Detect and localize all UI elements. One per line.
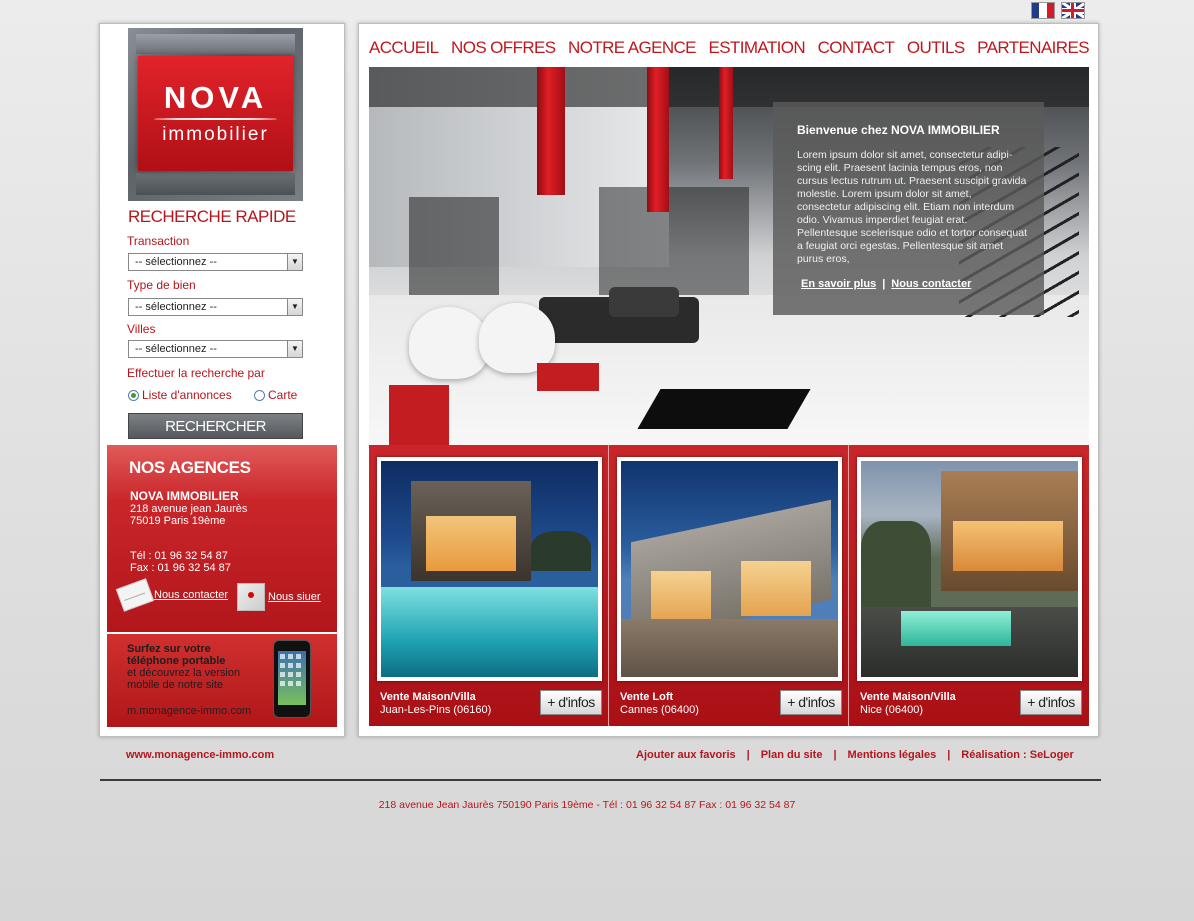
transaction-select[interactable]: -- sélectionnez -- ▼ <box>128 253 303 271</box>
listing-type: Vente Maison/Villa <box>380 691 476 703</box>
agency-name: NOVA IMMOBILIER <box>130 489 239 503</box>
legal-notice-link[interactable]: Mentions légales <box>848 749 937 761</box>
listing-type: Vente Maison/Villa <box>860 691 956 703</box>
more-info-button[interactable]: + d'infos <box>780 690 842 715</box>
agency-address-1: 218 avenue jean Jaurès <box>130 503 248 515</box>
hero-image: Bienvenue chez NOVA IMMOBILIER Lorem ips… <box>369 67 1089 445</box>
transaction-label: Transaction <box>127 234 190 248</box>
left-sidebar: NOVA immobilier RECHERCHE RAPIDE Transac… <box>99 23 345 737</box>
welcome-contact-link[interactable]: Nous contacter <box>891 278 971 290</box>
language-switcher <box>1031 2 1085 19</box>
sitemap-link[interactable]: Plan du site <box>761 749 823 761</box>
mobile-line-3: et découvrez la version <box>127 667 241 679</box>
map-icon <box>237 583 265 611</box>
cities-value: -- sélectionnez -- <box>135 343 217 355</box>
smartphone-icon <box>273 640 311 718</box>
radio-list-label: Liste d'annonces <box>142 388 232 402</box>
mobile-promo[interactable]: Surfez sur votre téléphone portable et d… <box>107 634 337 727</box>
logo-subtitle: immobilier <box>162 124 269 145</box>
add-favorites-link[interactable]: Ajouter aux favoris <box>636 749 736 761</box>
listing-photo[interactable] <box>617 457 842 681</box>
transaction-value: -- sélectionnez -- <box>135 256 217 268</box>
radio-list[interactable] <box>128 389 139 401</box>
agencies-title: NOS AGENCES <box>129 458 251 477</box>
chevron-down-icon[interactable]: ▼ <box>287 254 302 270</box>
mobile-url[interactable]: m.monagence-immo.com <box>127 705 251 717</box>
agency-fax: Fax : 01 96 32 54 87 <box>130 562 231 574</box>
listing-city: Nice (06400) <box>860 704 923 716</box>
property-type-select[interactable]: -- sélectionnez -- ▼ <box>128 298 303 316</box>
nova-logo[interactable]: NOVA immobilier <box>128 28 303 201</box>
nav-estimation[interactable]: ESTIMATION <box>708 38 805 58</box>
welcome-text: Lorem ipsum dolor sit amet, consectetur … <box>797 149 1027 265</box>
contact-us-label: Nous contacter <box>154 589 228 601</box>
envelope-icon <box>115 578 155 612</box>
agency-tel: Tél : 01 96 32 54 87 <box>130 550 228 562</box>
listing-card[interactable]: Vente Maison/Villa Juan-Les-Pins (06160)… <box>369 445 609 726</box>
footer-separator: | <box>833 749 837 761</box>
radio-map-option[interactable]: Carte <box>254 388 297 402</box>
nav-partenaires[interactable]: PARTENAIRES <box>977 38 1089 58</box>
listing-card[interactable]: Vente Maison/Villa Nice (06400) + d'info… <box>849 445 1089 726</box>
nav-notre-agence[interactable]: NOTRE AGENCE <box>568 38 696 58</box>
footer-address: 218 avenue Jean Jaurès 750190 Paris 19èm… <box>378 799 796 811</box>
mobile-line-2: téléphone portable <box>127 655 226 667</box>
nav-outils[interactable]: OUTILS <box>907 38 965 58</box>
search-mode-label: Effectuer la recherche par <box>127 366 265 380</box>
listing-city: Cannes (06400) <box>620 704 699 716</box>
chevron-down-icon[interactable]: ▼ <box>287 341 302 357</box>
chevron-down-icon[interactable]: ▼ <box>287 299 302 315</box>
footer-links: Ajouter aux favoris | Plan du site | Men… <box>636 749 1074 761</box>
logo-brand: NOVA <box>163 80 268 115</box>
footer-separator: | <box>746 749 750 761</box>
footer-site-url[interactable]: www.monagence-immo.com <box>126 749 274 761</box>
more-info-button[interactable]: + d'infos <box>540 690 602 715</box>
footer-separator: | <box>947 749 951 761</box>
main-nav: ACCUEIL NOS OFFRES NOTRE AGENCE ESTIMATI… <box>369 38 1090 58</box>
locate-us-label: Nous siuer <box>268 591 321 603</box>
main-content: ACCUEIL NOS OFFRES NOTRE AGENCE ESTIMATI… <box>358 23 1099 737</box>
quick-search-title: RECHERCHE RAPIDE <box>128 207 296 226</box>
agency-address-2: 75019 Paris 19ème <box>130 515 226 527</box>
nav-accueil[interactable]: ACCUEIL <box>369 38 439 58</box>
radio-map-label: Carte <box>268 388 298 402</box>
property-type-value: -- sélectionnez -- <box>135 301 217 313</box>
welcome-link-separator: | <box>882 278 886 290</box>
listing-photo[interactable] <box>377 457 602 681</box>
learn-more-link[interactable]: En savoir plus <box>801 278 876 290</box>
cities-select[interactable]: -- sélectionnez -- ▼ <box>128 340 303 358</box>
agencies-box: NOS AGENCES NOVA IMMOBILIER 218 avenue j… <box>107 445 337 632</box>
more-info-button[interactable]: + d'infos <box>1020 690 1082 715</box>
welcome-links: En savoir plus | Nous contacter <box>801 278 971 290</box>
property-listings: Vente Maison/Villa Juan-Les-Pins (06160)… <box>369 445 1089 726</box>
listing-photo[interactable] <box>857 457 1082 681</box>
french-flag-icon[interactable] <box>1031 2 1055 19</box>
nav-nos-offres[interactable]: NOS OFFRES <box>451 38 556 58</box>
nav-contact[interactable]: CONTACT <box>818 38 895 58</box>
locate-us-link[interactable]: Nous siuer <box>237 583 321 611</box>
mobile-line-4: mobile de notre site <box>127 679 223 691</box>
cities-label: Villes <box>127 322 156 336</box>
listing-city: Juan-Les-Pins (06160) <box>380 704 492 716</box>
footer-divider <box>100 779 1101 781</box>
uk-flag-icon[interactable] <box>1061 2 1085 19</box>
credits-link[interactable]: Réalisation : SeLoger <box>961 749 1073 761</box>
mobile-line-1: Surfez sur votre <box>127 643 211 655</box>
listing-card[interactable]: Vente Loft Cannes (06400) + d'infos <box>609 445 849 726</box>
property-type-label: Type de bien <box>127 278 196 292</box>
welcome-box: Bienvenue chez NOVA IMMOBILIER Lorem ips… <box>773 102 1044 315</box>
welcome-title: Bienvenue chez NOVA IMMOBILIER <box>797 123 1000 137</box>
radio-map[interactable] <box>254 389 265 401</box>
contact-us-link[interactable]: Nous contacter <box>115 578 228 612</box>
radio-list-option[interactable]: Liste d'annonces <box>128 388 232 402</box>
listing-type: Vente Loft <box>620 691 674 703</box>
search-button[interactable]: RECHERCHER <box>128 413 303 439</box>
